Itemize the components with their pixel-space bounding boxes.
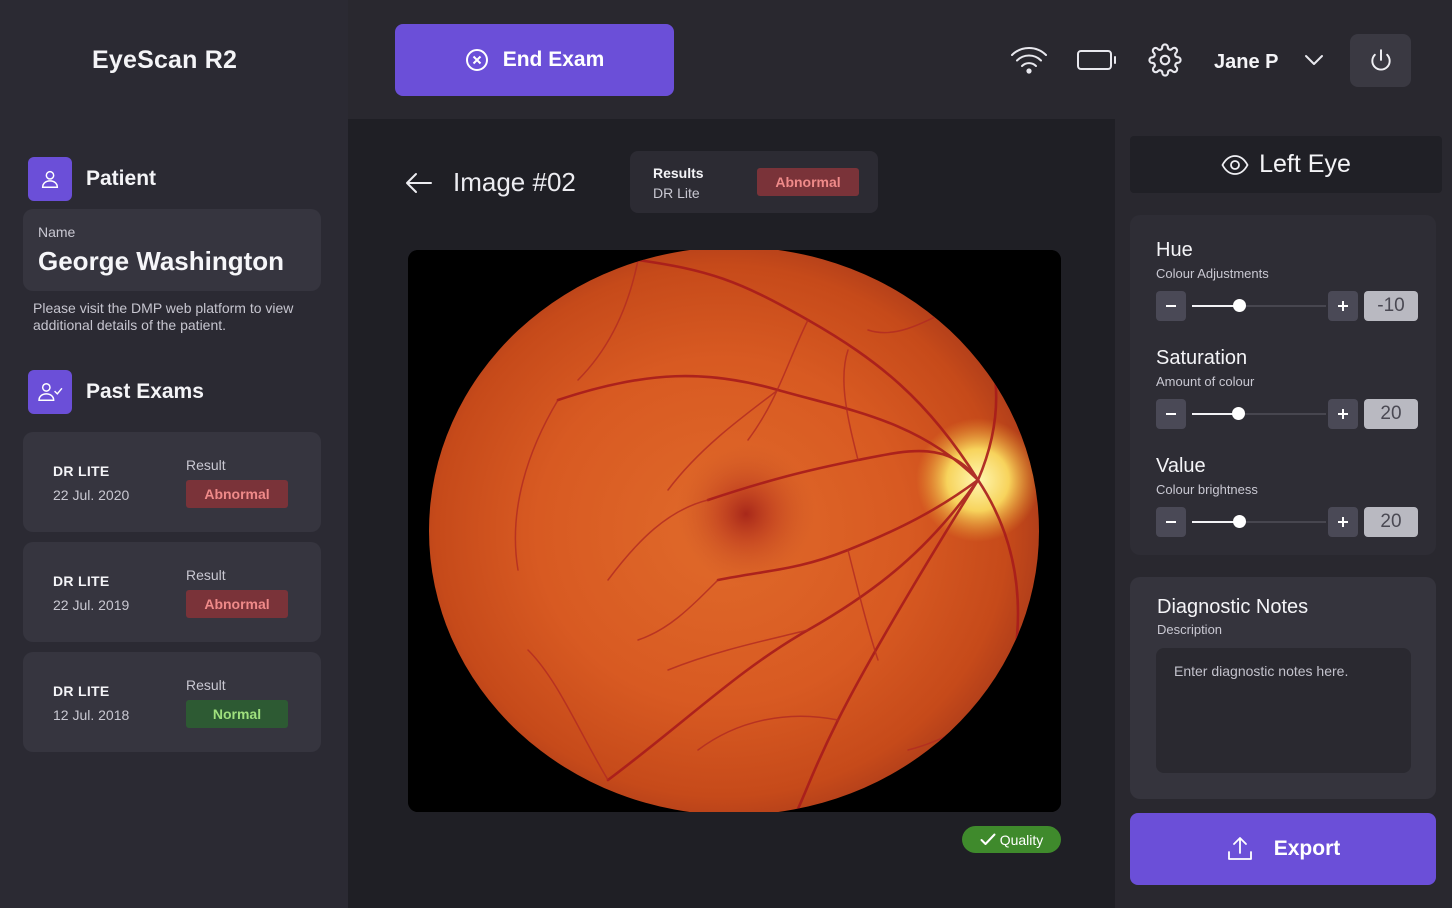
hue-increase-button[interactable]: [1328, 291, 1358, 321]
exam-result-badge: Abnormal: [186, 480, 288, 508]
exam-result-label: Result: [186, 567, 226, 583]
eye-icon: [1221, 154, 1249, 175]
exam-type: DR LITE: [53, 463, 110, 479]
saturation-title: Saturation: [1156, 347, 1248, 369]
past-exams-header: Past Exams: [28, 370, 204, 414]
adjustments-panel: Hue Colour Adjustments -10 Saturation Am…: [1130, 215, 1436, 555]
saturation-control: Saturation Amount of colour 20: [1156, 347, 1426, 429]
export-label: Export: [1273, 837, 1341, 860]
exam-result-badge: Normal: [186, 700, 288, 728]
notes-title: Diagnostic Notes: [1157, 596, 1309, 618]
exam-result-label: Result: [186, 457, 226, 473]
hue-slider-handle[interactable]: [1232, 299, 1246, 312]
value-decrease-button[interactable]: [1156, 507, 1186, 537]
value-increase-button[interactable]: [1328, 507, 1358, 537]
end-exam-label: End Exam: [502, 48, 605, 71]
value-control: Value Colour brightness 20: [1156, 455, 1426, 537]
diagnostic-notes-input[interactable]: [1156, 648, 1411, 773]
plus-icon: [1338, 409, 1348, 419]
patient-name-caption: Name: [38, 224, 76, 240]
power-icon: [1370, 48, 1391, 70]
saturation-slider[interactable]: [1192, 407, 1326, 420]
saturation-value[interactable]: 20: [1364, 399, 1418, 429]
app-title: EyeScan R2: [92, 46, 238, 74]
value-slider-handle[interactable]: [1232, 515, 1246, 528]
past-exams-heading: Past Exams: [86, 380, 204, 403]
patient-name: George Washington: [38, 246, 285, 276]
export-button[interactable]: Export: [1130, 813, 1436, 885]
results-label: Results: [653, 165, 704, 181]
hue-slider[interactable]: [1192, 299, 1326, 312]
eye-selector[interactable]: Left Eye: [1130, 136, 1442, 193]
past-exam-card[interactable]: DR LITE 22 Jul. 2019 Result Abnormal: [23, 542, 321, 642]
image-title: Image #02: [453, 167, 576, 197]
right-panel: Left Eye Hue Colour Adjustments -10 Satu…: [1115, 119, 1452, 908]
wifi-icon[interactable]: [1008, 40, 1050, 80]
past-exam-card[interactable]: DR LITE 12 Jul. 2018 Result Normal: [23, 652, 321, 752]
chevron-down-icon[interactable]: [1293, 40, 1335, 80]
sidebar: EyeScan R2 Patient Name George Washingto…: [0, 0, 348, 908]
value-value[interactable]: 20: [1364, 507, 1418, 537]
past-exam-card[interactable]: DR LITE 22 Jul. 2020 Result Abnormal: [23, 432, 321, 532]
exam-type: DR LITE: [53, 683, 110, 699]
minus-icon: [1166, 305, 1176, 307]
close-circle-icon: [465, 49, 488, 71]
quality-label: Quality: [999, 831, 1044, 848]
hue-decrease-button[interactable]: [1156, 291, 1186, 321]
battery-icon[interactable]: [1076, 40, 1118, 80]
saturation-decrease-button[interactable]: [1156, 399, 1186, 429]
top-bar: End Exam Jane P: [348, 0, 1452, 119]
gear-icon[interactable]: [1144, 40, 1186, 80]
patient-name-card: Name George Washington: [23, 209, 321, 291]
hue-title: Hue: [1156, 239, 1193, 261]
plus-icon: [1338, 301, 1348, 311]
user-check-icon: [28, 370, 72, 414]
exam-date: 22 Jul. 2019: [53, 597, 130, 613]
saturation-subtitle: Amount of colour: [1156, 374, 1255, 389]
check-icon: [980, 833, 996, 845]
saturation-increase-button[interactable]: [1328, 399, 1358, 429]
saturation-slider-handle[interactable]: [1231, 407, 1245, 420]
value-subtitle: Colour brightness: [1156, 482, 1258, 497]
results-box: Results DR Lite Abnormal: [630, 151, 878, 213]
retina-image[interactable]: [408, 250, 1061, 812]
patient-heading: Patient: [86, 167, 157, 190]
power-button[interactable]: [1350, 34, 1411, 87]
exam-result-label: Result: [186, 677, 226, 693]
patient-section-header: Patient: [28, 157, 156, 201]
upload-icon: [1227, 837, 1252, 860]
exam-type: DR LITE: [53, 573, 110, 589]
minus-icon: [1166, 413, 1176, 415]
exam-date: 12 Jul. 2018: [53, 707, 130, 723]
plus-icon: [1338, 517, 1348, 527]
fundus-photo: [408, 250, 1061, 812]
value-slider[interactable]: [1192, 515, 1326, 528]
hue-control: Hue Colour Adjustments -10: [1156, 239, 1426, 321]
exam-result-badge: Abnormal: [186, 590, 288, 618]
minus-icon: [1166, 521, 1176, 523]
quality-badge: Quality: [962, 826, 1061, 853]
notes-subtitle: Description: [1157, 622, 1223, 637]
exam-date: 22 Jul. 2020: [53, 487, 130, 503]
diagnostic-notes-panel: Diagnostic Notes Description: [1130, 577, 1436, 799]
eye-label: Left Eye: [1259, 150, 1351, 178]
user-name[interactable]: Jane P: [1214, 51, 1278, 74]
user-icon: [28, 157, 72, 201]
hue-value[interactable]: -10: [1364, 291, 1418, 321]
back-arrow-icon[interactable]: [404, 169, 434, 197]
results-model: DR Lite: [653, 185, 700, 201]
end-exam-button[interactable]: End Exam: [395, 24, 674, 96]
hue-subtitle: Colour Adjustments: [1156, 266, 1269, 281]
value-title: Value: [1156, 455, 1206, 477]
results-status-badge: Abnormal: [757, 168, 859, 196]
main-content: Image #02 Results DR Lite Abnormal Quali…: [348, 119, 1115, 908]
patient-note: Please visit the DMP web platform to vie…: [33, 300, 294, 333]
